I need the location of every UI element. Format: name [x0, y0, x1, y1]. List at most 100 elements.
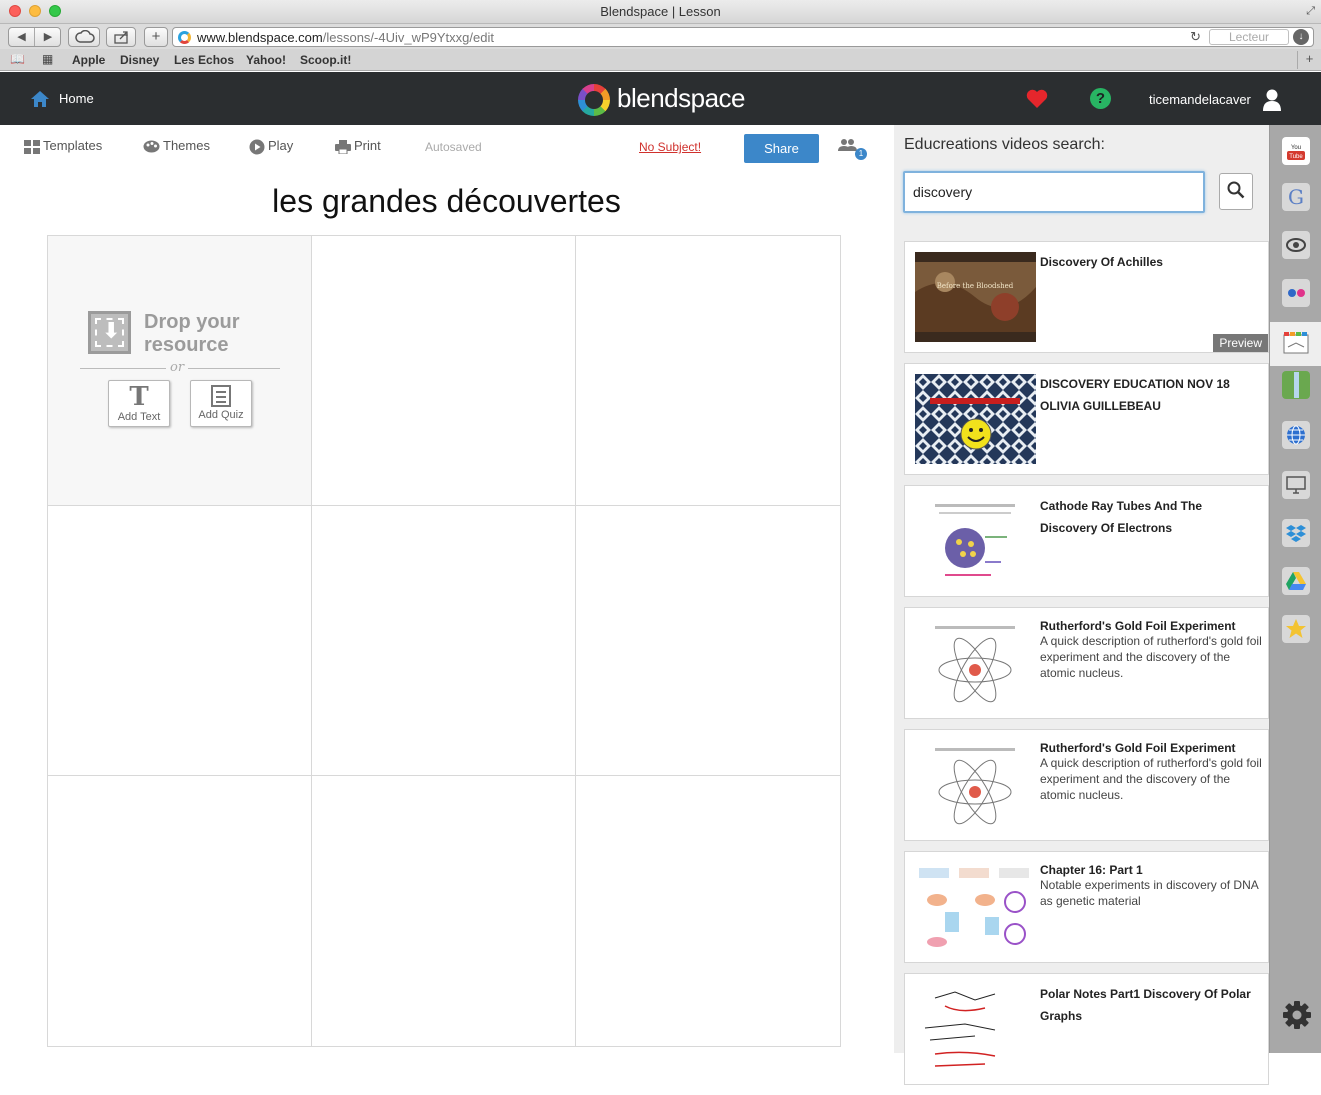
grid-cell[interactable]: ⬇ Drop your resource or T Add Text Add Q… — [48, 236, 312, 506]
dropbox-icon[interactable] — [1282, 519, 1310, 547]
lesson-title[interactable]: les grandes découvertes — [0, 183, 893, 220]
quiz-list-icon — [211, 385, 231, 407]
themes-label: Themes — [163, 138, 210, 153]
play-label: Play — [268, 138, 294, 153]
search-result-item[interactable]: Chapter 16: Part 1 Notable experiments i… — [904, 851, 1269, 963]
drop-resource-text: Drop your resource — [144, 311, 240, 357]
add-text-button[interactable]: T Add Text — [108, 380, 170, 427]
notebook-icon[interactable] — [1282, 371, 1310, 399]
flickr-icon[interactable] — [1282, 279, 1310, 307]
fullscreen-icon[interactable]: ⤢ — [1306, 5, 1315, 18]
url-path: /lessons/-4Uiv_wP9Ytxxg/edit — [322, 30, 494, 45]
add-tab-icon[interactable]: + — [1297, 51, 1321, 69]
video-thumbnail — [915, 496, 1036, 586]
video-thumbnail: Before the Bloodshed — [915, 252, 1036, 342]
grid-cell[interactable] — [312, 776, 576, 1046]
bookmark-yahoo[interactable]: Yahoo! — [246, 53, 286, 67]
result-description: Notable experiments in discovery of DNA … — [1040, 878, 1259, 908]
grid-icon — [24, 139, 40, 154]
add-quiz-label: Add Quiz — [198, 409, 244, 421]
bookmark-disney[interactable]: Disney — [120, 53, 159, 67]
eye-icon[interactable] — [1282, 231, 1310, 259]
drop-resource-icon: ⬇ — [88, 311, 131, 354]
grid-cell[interactable] — [576, 506, 840, 776]
forward-icon[interactable]: ▶ — [35, 28, 61, 46]
no-subject-link[interactable]: No Subject! — [639, 140, 701, 154]
play-button[interactable]: Play — [249, 138, 293, 158]
address-bar[interactable]: www.blendspace.com/lessons/-4Uiv_wP9Ytxx… — [172, 27, 1314, 47]
heart-icon[interactable] — [1026, 89, 1048, 109]
result-title: Rutherford's Gold Foil Experiment — [1040, 619, 1236, 633]
home-icon — [31, 91, 49, 107]
video-thumbnail — [915, 740, 1036, 830]
themes-button[interactable]: Themes — [143, 138, 210, 158]
text-t-icon: T — [129, 382, 149, 412]
history-nav: ◀ ▶ — [8, 27, 61, 47]
browser-toolbar: ◀ ▶ + www.blendspace.com/lessons/-4Uiv_w… — [0, 24, 1321, 49]
templates-button[interactable]: Templates — [24, 138, 102, 158]
autosaved-status: Autosaved — [425, 140, 482, 154]
star-icon[interactable] — [1282, 615, 1310, 643]
new-tab-button[interactable]: + — [144, 27, 168, 47]
play-icon — [249, 139, 265, 155]
bookmark-apple[interactable]: Apple — [72, 53, 105, 67]
result-title: Discovery Of Achilles — [1040, 255, 1163, 269]
username-label[interactable]: ticemandelacaver — [1149, 92, 1251, 107]
reader-button[interactable]: Lecteur — [1209, 29, 1289, 45]
user-avatar-icon[interactable] — [1262, 88, 1282, 112]
cloud-icon — [75, 30, 95, 43]
video-thumbnail — [915, 618, 1036, 708]
google-drive-icon[interactable] — [1282, 567, 1310, 595]
educreations-icon[interactable] — [1270, 322, 1321, 366]
search-button[interactable] — [1219, 173, 1253, 210]
google-icon[interactable]: G — [1282, 183, 1310, 211]
bookmark-les-echos[interactable]: Les Echos — [174, 53, 234, 67]
share-button[interactable]: Share — [744, 134, 819, 163]
svg-text:You: You — [1291, 145, 1301, 151]
search-result-item[interactable]: Rutherford's Gold Foil Experiment A quic… — [904, 607, 1269, 719]
search-result-item[interactable]: Cathode Ray Tubes And The Discovery Of E… — [904, 485, 1269, 597]
bookmark-scoopit[interactable]: Scoop.it! — [300, 53, 351, 67]
share-page-button[interactable] — [106, 27, 136, 47]
site-favicon-icon — [178, 31, 191, 44]
search-result-item[interactable]: Rutherford's Gold Foil Experiment A quic… — [904, 729, 1269, 841]
add-text-label: Add Text — [117, 411, 161, 423]
thumbnail-caption: Before the Bloodshed — [937, 282, 1014, 290]
grid-cell[interactable] — [48, 506, 312, 776]
grid-cell[interactable] — [312, 506, 576, 776]
icloud-tabs-button[interactable] — [68, 27, 100, 47]
bookmarks-bar: 📖 ▦ Apple Disney Les Echos Yahoo! Scoop.… — [0, 49, 1321, 71]
gear-icon[interactable] — [1283, 1001, 1311, 1029]
collaborator-count-badge: 1 — [855, 148, 867, 160]
back-icon[interactable]: ◀ — [9, 28, 35, 46]
app-navbar: Home blendspace — [0, 72, 1321, 125]
search-result-item[interactable]: Before the Bloodshed Discovery Of Achill… — [904, 241, 1269, 353]
window-titlebar: Blendspace | Lesson ⤢ — [0, 0, 1321, 24]
url-text: www.blendspace.com/lessons/-4Uiv_wP9Ytxx… — [197, 30, 494, 45]
grid-cell[interactable] — [576, 236, 840, 506]
print-button[interactable]: Print — [335, 138, 381, 158]
monitor-icon[interactable] — [1282, 471, 1310, 499]
result-title: Chapter 16: Part 1 — [1040, 863, 1143, 877]
video-search-input[interactable] — [903, 171, 1205, 213]
reload-icon[interactable]: ↻ — [1190, 29, 1201, 45]
result-title: Cathode Ray Tubes And The Discovery Of E… — [1040, 499, 1203, 535]
printer-icon — [335, 139, 351, 154]
palette-icon — [143, 140, 160, 153]
search-result-item[interactable]: Polar Notes Part1 Discovery Of Polar Gra… — [904, 973, 1269, 1085]
help-icon[interactable]: ? — [1090, 88, 1111, 109]
grid-cell[interactable] — [576, 776, 840, 1046]
grid-cell[interactable] — [48, 776, 312, 1046]
preview-button[interactable]: Preview — [1213, 334, 1268, 352]
url-host: www.blendspace.com — [197, 30, 323, 45]
source-sidebar: You Tube G — [1269, 125, 1321, 1053]
search-result-item[interactable]: DISCOVERY EDUCATION NOV 18 OLIVIA GUILLE… — [904, 363, 1269, 475]
reading-list-icon[interactable]: 📖 — [10, 52, 25, 66]
result-title: DISCOVERY EDUCATION NOV 18 OLIVIA GUILLE… — [1040, 377, 1230, 413]
downloads-icon[interactable]: ↓ — [1293, 29, 1309, 45]
youtube-icon[interactable]: You Tube — [1282, 137, 1310, 165]
grid-cell[interactable] — [312, 236, 576, 506]
top-sites-icon[interactable]: ▦ — [42, 52, 53, 66]
globe-icon[interactable] — [1282, 421, 1310, 449]
add-quiz-button[interactable]: Add Quiz — [190, 380, 252, 427]
